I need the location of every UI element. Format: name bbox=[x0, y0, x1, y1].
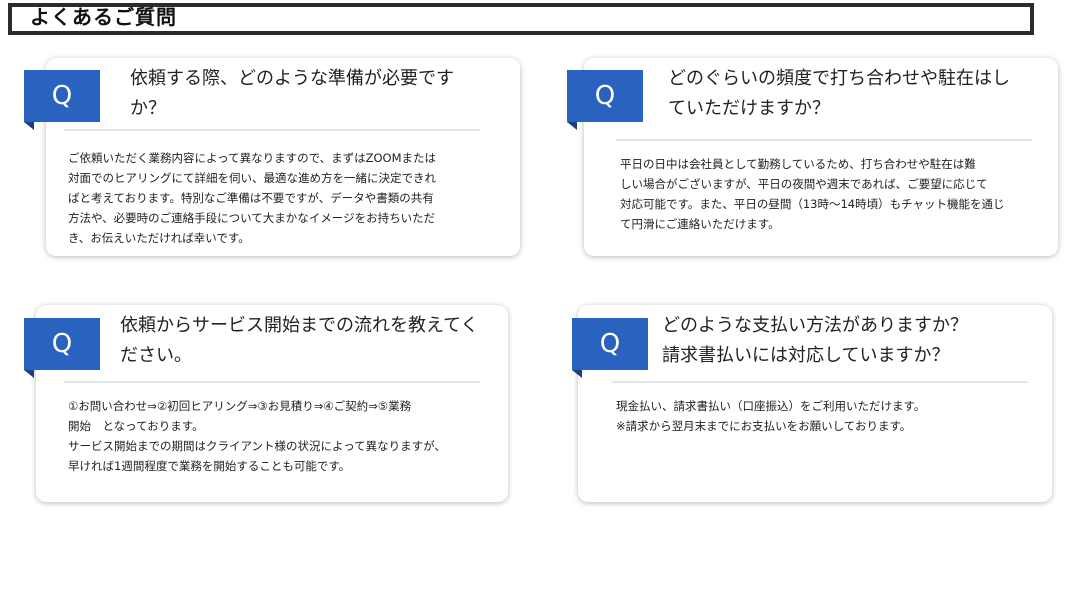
q-badge-fold-1 bbox=[24, 122, 34, 130]
faq-question-4-line-2: 請求書払いには対応していますか？ bbox=[662, 345, 950, 366]
faq-answer-3-line-1: ①お問い合わせ⇒②初回ヒアリング⇒③お見積り⇒④ご契約⇒⑤業務 bbox=[68, 399, 412, 413]
faq-answer-2: 平日の日中は会社員として勤務しているため、打ち合わせや駐在は難 しい場合がござい… bbox=[620, 154, 1050, 234]
faq-question-1: 依頼する際、どのような準備が必要です か？ bbox=[130, 64, 510, 124]
faq-answer-4-line-2: ※請求から翌月末までにお支払いをお願いしております。 bbox=[616, 419, 912, 433]
faq-answer-1-line-1: ご依頼いただく業務内容によって異なりますので、まずはZOOMまたは bbox=[68, 151, 437, 165]
faq-question-3-line-2: ださい。 bbox=[120, 345, 192, 366]
page-title: よくあるご質問 bbox=[30, 5, 177, 29]
faq-question-1-line-1: 依頼する際、どのような準備が必要です bbox=[130, 68, 454, 89]
faq-question-3-line-1: 依頼からサービス開始までの流れを教えてく bbox=[120, 315, 479, 336]
q-badge-4: Q bbox=[572, 318, 648, 370]
faq-answer-2-line-2: しい場合がございますが、平日の夜間や週末であれば、ご要望に応じて bbox=[620, 177, 988, 191]
faq-question-3: 依頼からサービス開始までの流れを教えてく ださい。 bbox=[120, 311, 505, 371]
faq-divider-3 bbox=[64, 381, 480, 383]
faq-answer-2-line-4: て円滑にご連絡いただけます。 bbox=[620, 217, 780, 231]
faq-question-2-line-1: どのぐらいの頻度で打ち合わせや駐在はし bbox=[668, 68, 1010, 89]
faq-answer-1-line-5: き、お伝えいただければ幸いです。 bbox=[68, 231, 250, 245]
faq-answer-1-line-4: 方法や、必要時のご連絡手段について大まかなイメージをお持ちいただ bbox=[68, 211, 436, 225]
page-title-bar: よくあるご質問 bbox=[8, 3, 1034, 35]
faq-answer-4-line-1: 現金払い、請求書払い（口座振込）をご利用いただけます。 bbox=[616, 399, 926, 413]
faq-question-4-line-1: どのような支払い方法がありますか？ bbox=[662, 315, 968, 336]
faq-divider-1 bbox=[64, 129, 480, 131]
q-badge-fold-4 bbox=[572, 370, 582, 378]
faq-question-2-line-2: ていただけますか？ bbox=[668, 98, 830, 119]
faq-answer-2-line-3: 対応可能です。また、平日の昼間（13時～14時頃）もチャット機能を通じ bbox=[620, 197, 1005, 211]
faq-answer-3-line-3: サービス開始までの期間はクライアント様の状況によって異なりますが、 bbox=[68, 439, 446, 453]
q-badge-1: Q bbox=[24, 70, 100, 122]
q-badge-3: Q bbox=[24, 318, 100, 370]
faq-answer-3-line-2: 開始 となっております。 bbox=[68, 419, 204, 433]
faq-answer-3: ①お問い合わせ⇒②初回ヒアリング⇒③お見積り⇒④ご契約⇒⑤業務 開始 となってお… bbox=[68, 396, 498, 476]
faq-answer-2-line-1: 平日の日中は会社員として勤務しているため、打ち合わせや駐在は難 bbox=[620, 157, 976, 171]
faq-answer-4: 現金払い、請求書払い（口座振込）をご利用いただけます。 ※請求から翌月末までにお… bbox=[616, 396, 1036, 436]
q-badge-2: Q bbox=[567, 70, 643, 122]
faq-answer-1-line-3: ばと考えております。特別なご準備は不要ですが、データや書類の共有 bbox=[68, 191, 434, 205]
faq-answer-3-line-4: 早ければ1週間程度で業務を開始することも可能です。 bbox=[68, 459, 351, 473]
faq-question-2: どのぐらいの頻度で打ち合わせや駐在はし ていただけますか？ bbox=[668, 64, 1048, 124]
faq-answer-1: ご依頼いただく業務内容によって異なりますので、まずはZOOMまたは 対面でのヒア… bbox=[68, 148, 508, 248]
faq-question-1-line-2: か？ bbox=[130, 98, 166, 119]
faq-answer-1-line-2: 対面でのヒアリングにて詳細を伺い、最適な進め方を一緒に決定できれ bbox=[68, 171, 436, 185]
faq-question-4: どのような支払い方法がありますか？ 請求書払いには対応していますか？ bbox=[662, 311, 1042, 371]
q-badge-fold-2 bbox=[567, 122, 577, 130]
faq-divider-2 bbox=[616, 139, 1032, 141]
q-badge-fold-3 bbox=[24, 370, 34, 378]
faq-divider-4 bbox=[612, 381, 1028, 383]
